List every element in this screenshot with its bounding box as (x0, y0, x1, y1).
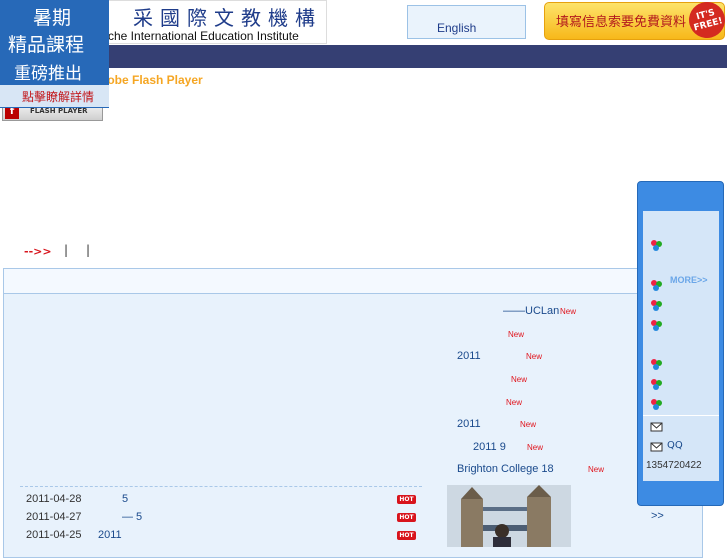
new-badge: New (560, 307, 577, 316)
panel-divider (643, 415, 719, 416)
logo-english-name: che International Education Institute (108, 29, 299, 43)
new-badge: New (588, 465, 605, 474)
more-link[interactable]: MORE>> (670, 275, 708, 285)
free-info-text[interactable]: 填寫信息索要免費資料 (556, 11, 686, 30)
promo-details-link[interactable]: 點擊瞭解詳情 (22, 88, 94, 105)
panel-header (3, 268, 703, 294)
news-item[interactable]: 5 (122, 493, 128, 505)
email-icon[interactable] (650, 420, 663, 433)
msn-icon[interactable] (650, 239, 663, 252)
news-item[interactable]: — 5 (122, 511, 142, 523)
promo-line2: 精品課程 (8, 34, 85, 56)
new-badge: New (506, 398, 523, 407)
nav-bar (0, 45, 727, 68)
breadcrumb-separator: | (86, 243, 91, 257)
news-item[interactable]: ——UCLan (503, 305, 559, 317)
flash-player-label: FLASH PLAYER (30, 107, 88, 115)
msn-icon[interactable] (650, 319, 663, 332)
news-date: 2011-04-27 (26, 511, 82, 523)
msn-icon[interactable] (650, 358, 663, 371)
phone-number: 1354720422 (646, 460, 702, 471)
news-item[interactable]: 2011 (98, 529, 122, 541)
promo-line1: 暑期 (33, 7, 72, 29)
promo-line3: 重磅推出 (14, 64, 82, 84)
new-badge: New (526, 352, 543, 361)
msn-icon[interactable] (650, 299, 663, 312)
news-item[interactable]: 2011 (457, 418, 481, 430)
news-date: 2011-04-28 (26, 493, 82, 505)
flash-player-link[interactable]: dobe Flash Player (100, 73, 203, 87)
more-link[interactable]: >> (651, 510, 664, 522)
news-item[interactable]: 2011 9 (473, 441, 506, 453)
breadcrumb-arrow: -->> (24, 245, 52, 258)
hot-badge: HOT (397, 495, 416, 504)
list-divider (20, 486, 422, 487)
qq-label[interactable]: QQ (667, 440, 683, 451)
hot-badge: HOT (397, 531, 416, 540)
new-badge: New (520, 420, 537, 429)
news-item[interactable]: Brighton College 18 (457, 463, 554, 475)
hot-badge: HOT (397, 513, 416, 522)
logo-chinese-name: 采國際文教機構 (133, 6, 322, 30)
main-news-panel (3, 268, 703, 558)
english-link[interactable]: English (437, 21, 476, 35)
new-badge: New (527, 443, 544, 452)
msn-icon[interactable] (650, 398, 663, 411)
tower-bridge-photo[interactable] (447, 485, 571, 547)
new-badge: New (511, 375, 528, 384)
news-item[interactable]: 2011 (457, 350, 481, 362)
breadcrumb-separator: | (64, 243, 69, 257)
msn-icon[interactable] (650, 378, 663, 391)
new-badge: New (508, 330, 525, 339)
email-icon[interactable] (650, 440, 663, 453)
msn-icon[interactable] (650, 279, 663, 292)
news-date: 2011-04-25 (26, 529, 82, 541)
